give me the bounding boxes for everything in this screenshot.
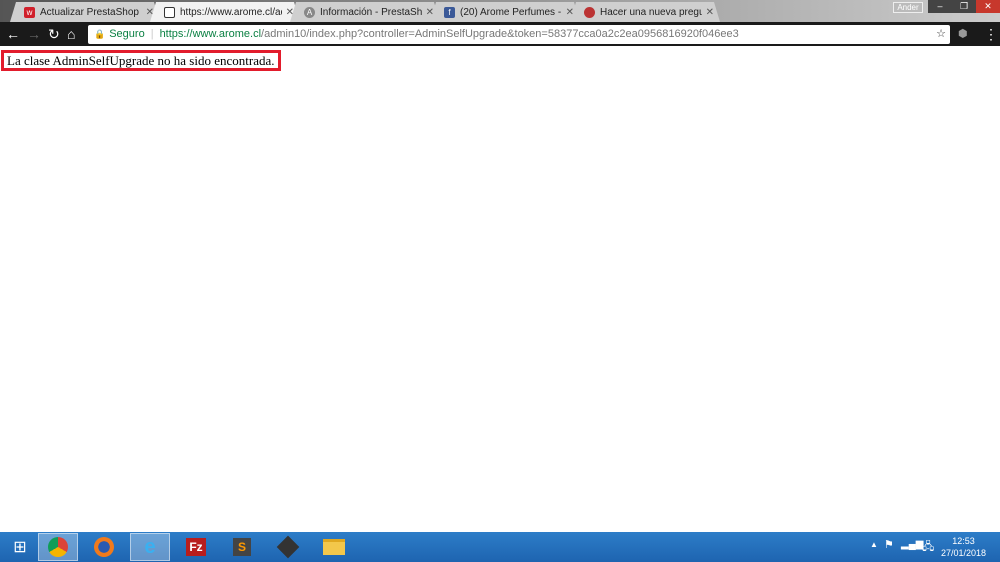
menu-icon[interactable]: ⋮ xyxy=(984,25,998,43)
tab-actualizar-prestashop[interactable]: wActualizar PrestaShop 1.6✕ xyxy=(10,2,160,22)
w-icon: w xyxy=(24,7,35,18)
prestashop-forum-icon xyxy=(584,7,595,18)
tab-arome-admin[interactable]: https://www.arome.cl/admin10✕ xyxy=(150,2,300,22)
folder-icon xyxy=(323,539,345,555)
secure-label: Seguro xyxy=(109,28,145,40)
close-tab-icon[interactable]: ✕ xyxy=(706,7,714,18)
action-center-flag-icon[interactable]: ⚑ xyxy=(884,538,894,551)
maximize-button[interactable]: ❐ xyxy=(952,0,976,13)
taskbar-app[interactable] xyxy=(268,533,308,561)
network-icon[interactable]: 🖧 xyxy=(922,538,934,557)
extension-shield-icon[interactable]: ⬢ xyxy=(958,25,968,43)
taskbar-firefox[interactable] xyxy=(84,533,124,561)
taskbar-chrome[interactable] xyxy=(38,533,78,561)
reload-icon[interactable]: ↻ xyxy=(48,25,60,43)
browser-toolbar: ← → ↻ ⌂ 🔒 Seguro | https://www.arome.cl /… xyxy=(0,22,1000,46)
taskbar-explorer[interactable] xyxy=(314,533,354,561)
facebook-icon: f xyxy=(444,7,455,18)
tab-informacion[interactable]: AInformación - PrestaShop✕ xyxy=(290,2,440,22)
windows-icon: ⊞ xyxy=(13,539,27,556)
taskbar-sublime[interactable]: S xyxy=(222,533,262,561)
internet-explorer-icon: e xyxy=(144,535,156,558)
app-icon xyxy=(276,535,300,559)
taskbar: ⊞ e Fz S ▲ ⚑ ▂▄▆ 🖧 12:53 27/01/2018 xyxy=(0,532,1000,562)
url-path: /admin10/index.php?controller=AdminSelfU… xyxy=(261,28,739,40)
title-bar: wActualizar PrestaShop 1.6✕ https://www.… xyxy=(0,0,1000,22)
show-hidden-icons[interactable]: ▲ xyxy=(870,540,878,549)
start-button[interactable]: ⊞ xyxy=(0,533,40,561)
tab-facebook[interactable]: f(20) Arome Perfumes - Inicio✕ xyxy=(430,2,580,22)
home-icon[interactable]: ⌂ xyxy=(67,25,75,43)
bookmark-star-icon[interactable]: ☆ xyxy=(936,25,946,44)
profile-button[interactable]: Ander xyxy=(893,2,923,13)
sublime-text-icon: S xyxy=(232,538,251,556)
chrome-icon xyxy=(48,537,68,557)
error-message: La clase AdminSelfUpgrade no ha sido enc… xyxy=(1,50,281,71)
filezilla-icon: Fz xyxy=(186,538,206,556)
prestashop-icon: A xyxy=(304,7,315,18)
tab-nueva-pregunta[interactable]: Hacer una nueva pregunta✕ xyxy=(570,2,720,22)
close-window-button[interactable]: ✕ xyxy=(976,0,1000,13)
firefox-icon xyxy=(94,537,114,557)
taskbar-ie[interactable]: e xyxy=(130,533,170,561)
signal-icon[interactable]: ▂▄▆ xyxy=(901,539,923,550)
taskbar-filezilla[interactable]: Fz xyxy=(176,533,216,561)
page-icon xyxy=(164,7,175,18)
address-bar[interactable]: 🔒 Seguro | https://www.arome.cl/admin10/… xyxy=(88,25,950,44)
back-icon[interactable]: ← xyxy=(6,25,20,43)
minimize-button[interactable]: – xyxy=(928,0,952,13)
lock-icon: 🔒 xyxy=(94,29,106,39)
page-content: La clase AdminSelfUpgrade no ha sido enc… xyxy=(0,46,1000,532)
forward-icon[interactable]: → xyxy=(27,25,41,43)
url-host: https://www.arome.cl xyxy=(159,28,262,40)
clock[interactable]: 12:53 27/01/2018 xyxy=(941,535,986,559)
